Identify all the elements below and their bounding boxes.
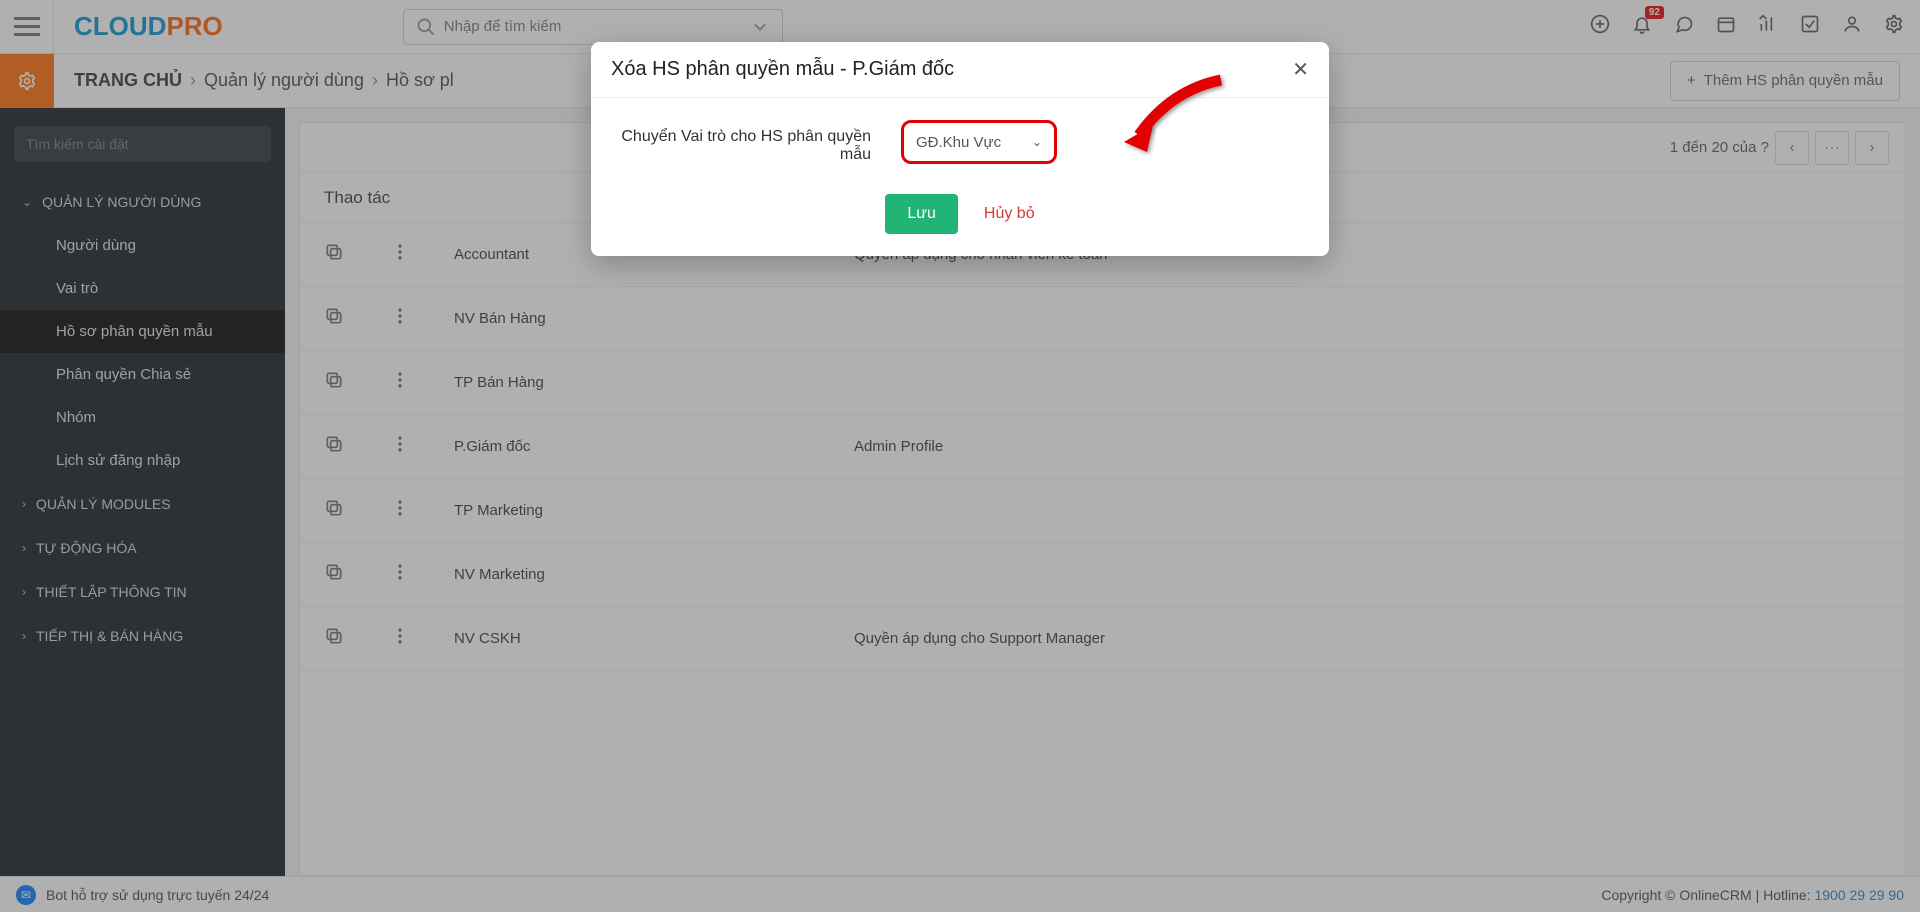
role-select[interactable]: GĐ.Khu Vực ⌄ [901, 120, 1057, 164]
modal-field-label: Chuyển Vai trò cho HS phân quyền mẫu [611, 120, 871, 164]
close-icon[interactable]: ✕ [1292, 57, 1309, 82]
modal-footer: Lưu Hủy bỏ [591, 182, 1329, 256]
cancel-button[interactable]: Hủy bỏ [984, 205, 1035, 223]
save-button[interactable]: Lưu [885, 194, 958, 234]
modal-delete-profile: Xóa HS phân quyền mẫu - P.Giám đốc ✕ Chu… [591, 42, 1329, 256]
modal-header: Xóa HS phân quyền mẫu - P.Giám đốc ✕ [591, 42, 1329, 98]
chevron-down-icon: ⌄ [1032, 135, 1042, 149]
modal-body: Chuyển Vai trò cho HS phân quyền mẫu GĐ.… [591, 98, 1329, 182]
modal-title: Xóa HS phân quyền mẫu - P.Giám đốc [611, 58, 954, 81]
role-select-value: GĐ.Khu Vực [916, 134, 1001, 151]
